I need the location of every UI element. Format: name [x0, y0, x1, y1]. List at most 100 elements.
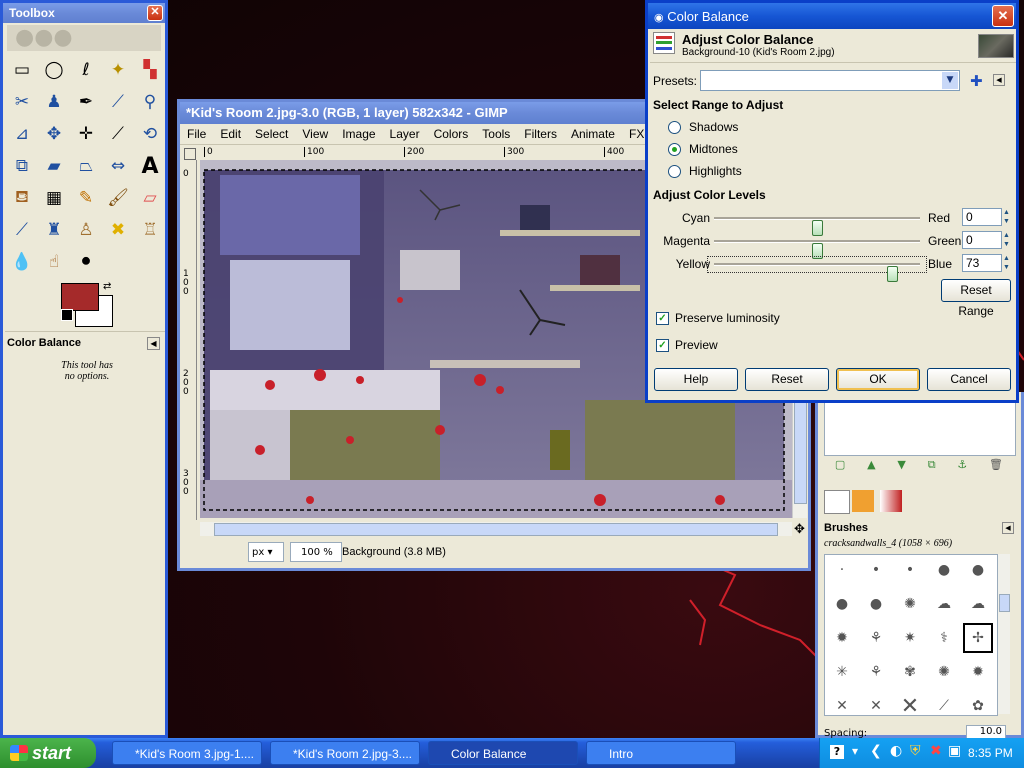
- dodge-burn-icon[interactable]: ⚫: [73, 249, 99, 275]
- brush-item[interactable]: ●: [929, 555, 959, 585]
- start-button[interactable]: start: [0, 738, 96, 768]
- back-tray-icon[interactable]: ❮: [870, 743, 882, 759]
- raise-layer-icon[interactable]: ▲: [867, 458, 875, 476]
- brush-item-selected[interactable]: ✢: [963, 623, 993, 653]
- zoom-icon[interactable]: ⚲: [137, 89, 163, 115]
- menu-item-filters[interactable]: Filters: [517, 127, 564, 141]
- blend-icon[interactable]: ▦: [41, 185, 67, 211]
- yellow-blue-thumb[interactable]: [887, 266, 899, 282]
- duplicate-layer-icon[interactable]: ⧉: [928, 458, 936, 476]
- brushes-tab-icon[interactable]: [824, 490, 850, 514]
- shield-icon[interactable]: ⛨: [910, 743, 921, 759]
- reset-range-button[interactable]: Reset Range: [941, 279, 1011, 318]
- patterns-tab-icon[interactable]: [852, 490, 874, 512]
- display-icon[interactable]: ▣: [948, 743, 961, 759]
- brush-item[interactable]: ✿: [963, 691, 993, 715]
- brush-item[interactable]: ✕: [827, 691, 857, 715]
- quick-mask-icon[interactable]: [184, 148, 196, 160]
- presets-combo[interactable]: ▼: [700, 70, 960, 91]
- brush-item[interactable]: ✳: [827, 657, 857, 687]
- help-tray-icon[interactable]: ?: [830, 745, 844, 759]
- preview-check[interactable]: ✓: [656, 338, 669, 352]
- toolbox-titlebar[interactable]: Toolbox ✕: [3, 3, 165, 23]
- menu-item-select[interactable]: Select: [248, 127, 295, 141]
- rect-select-icon[interactable]: ▭: [9, 57, 35, 83]
- cyan-red-input[interactable]: 0: [962, 208, 1002, 226]
- brush-scrollbar[interactable]: [998, 554, 1010, 714]
- brush-item[interactable]: ☁: [963, 589, 993, 619]
- delete-layer-icon[interactable]: 🗑: [989, 458, 1003, 476]
- brush-item[interactable]: ✾: [895, 657, 925, 687]
- add-preset-icon[interactable]: ✚: [970, 72, 983, 90]
- network-icon[interactable]: ◐: [890, 743, 902, 759]
- brush-item[interactable]: ●: [827, 589, 857, 619]
- anchor-layer-icon[interactable]: ⚓: [957, 458, 967, 476]
- magenta-green-slider[interactable]: [714, 240, 920, 259]
- highlights-radio-dot[interactable]: [668, 164, 681, 178]
- vertical-ruler[interactable]: 0 1 0 0 2 0 0 3 0 0: [180, 160, 197, 520]
- menu-item-image[interactable]: Image: [335, 127, 382, 141]
- rotate-icon[interactable]: ⟲: [137, 121, 163, 147]
- measure-icon[interactable]: ⊿: [9, 121, 35, 147]
- pencil-icon[interactable]: ✎: [73, 185, 99, 211]
- brush-item[interactable]: ⚕: [929, 623, 959, 653]
- navigate-icon[interactable]: ✥: [794, 522, 805, 537]
- fuzzy-select-icon[interactable]: ✦: [105, 57, 131, 83]
- brush-item[interactable]: ⚘: [861, 657, 891, 687]
- shadows-radio[interactable]: Shadows: [668, 120, 738, 134]
- clone-icon[interactable]: ♙: [73, 217, 99, 243]
- brush-item[interactable]: •: [895, 555, 925, 585]
- spacing-input[interactable]: 10.0: [966, 725, 1006, 739]
- yellow-blue-slider[interactable]: [707, 256, 927, 282]
- menu-item-layer[interactable]: Layer: [383, 127, 427, 141]
- new-layer-icon[interactable]: ▢: [835, 458, 845, 476]
- magenta-green-spin-arrows[interactable]: ▲ ▼: [1003, 231, 1013, 249]
- taskbar-item-intro[interactable]: Intro: [586, 741, 736, 765]
- foreground-color-swatch[interactable]: [61, 283, 99, 311]
- yellow-blue-spin-arrows[interactable]: ▲ ▼: [1003, 254, 1013, 272]
- color-balance-titlebar[interactable]: ◉ Color Balance ✕: [648, 3, 1016, 29]
- horizontal-scroll-thumb[interactable]: [214, 523, 778, 536]
- menu-item-colors[interactable]: Colors: [427, 127, 476, 141]
- brush-item[interactable]: ⟋: [929, 691, 959, 715]
- taskbar-item-color-balance[interactable]: Color Balance: [428, 741, 578, 765]
- midtones-radio[interactable]: Midtones: [668, 142, 738, 156]
- cyan-red-slider[interactable]: [714, 217, 920, 236]
- presets-dropdown-icon[interactable]: ▼: [942, 72, 958, 89]
- yellow-blue-input[interactable]: 73: [962, 254, 1002, 272]
- shadows-radio-dot[interactable]: [668, 120, 681, 134]
- preserve-luminosity-checkbox[interactable]: ✓ Preserve luminosity: [656, 311, 780, 325]
- lower-layer-icon[interactable]: ▼: [897, 458, 905, 476]
- blur-icon[interactable]: 💧: [9, 249, 35, 275]
- help-button[interactable]: Help: [654, 368, 738, 391]
- perspective-clone-icon[interactable]: ♖: [137, 217, 163, 243]
- toolbox-close-button[interactable]: ✕: [147, 5, 163, 21]
- heal-icon[interactable]: ✖: [105, 217, 131, 243]
- perspective-icon[interactable]: ⏢: [73, 153, 99, 179]
- menu-item-view[interactable]: View: [295, 127, 335, 141]
- brush-item[interactable]: ✕: [861, 691, 891, 715]
- bucket-fill-icon[interactable]: ⛾: [9, 185, 35, 211]
- brush-scroll-thumb[interactable]: [999, 594, 1010, 612]
- brush-item[interactable]: ✺: [895, 589, 925, 619]
- presets-menu-icon[interactable]: ◀: [993, 74, 1005, 86]
- brushes-menu-icon[interactable]: ◀: [1002, 522, 1014, 534]
- layers-list[interactable]: [824, 402, 1016, 456]
- brush-item[interactable]: ·: [827, 555, 857, 585]
- brush-item[interactable]: ✹: [963, 657, 993, 687]
- eraser-icon[interactable]: ▱: [137, 185, 163, 211]
- swap-colors-icon[interactable]: ⇄: [103, 281, 111, 292]
- shear-icon[interactable]: ▰: [41, 153, 67, 179]
- ink-icon[interactable]: ♜: [41, 217, 67, 243]
- align-icon[interactable]: ✛: [73, 121, 99, 147]
- scissors-icon[interactable]: ✂: [9, 89, 35, 115]
- text-icon[interactable]: A: [137, 153, 163, 179]
- foreground-select-icon[interactable]: ♟: [41, 89, 67, 115]
- crop-icon[interactable]: ⟋: [105, 121, 131, 147]
- preserve-luminosity-check[interactable]: ✓: [656, 311, 669, 325]
- color-picker-icon[interactable]: ⟋: [105, 89, 131, 115]
- wilber-logo[interactable]: ●●●: [7, 25, 161, 51]
- ok-button[interactable]: OK: [836, 368, 920, 391]
- magenta-green-input[interactable]: 0: [962, 231, 1002, 249]
- move-icon[interactable]: ✥: [41, 121, 67, 147]
